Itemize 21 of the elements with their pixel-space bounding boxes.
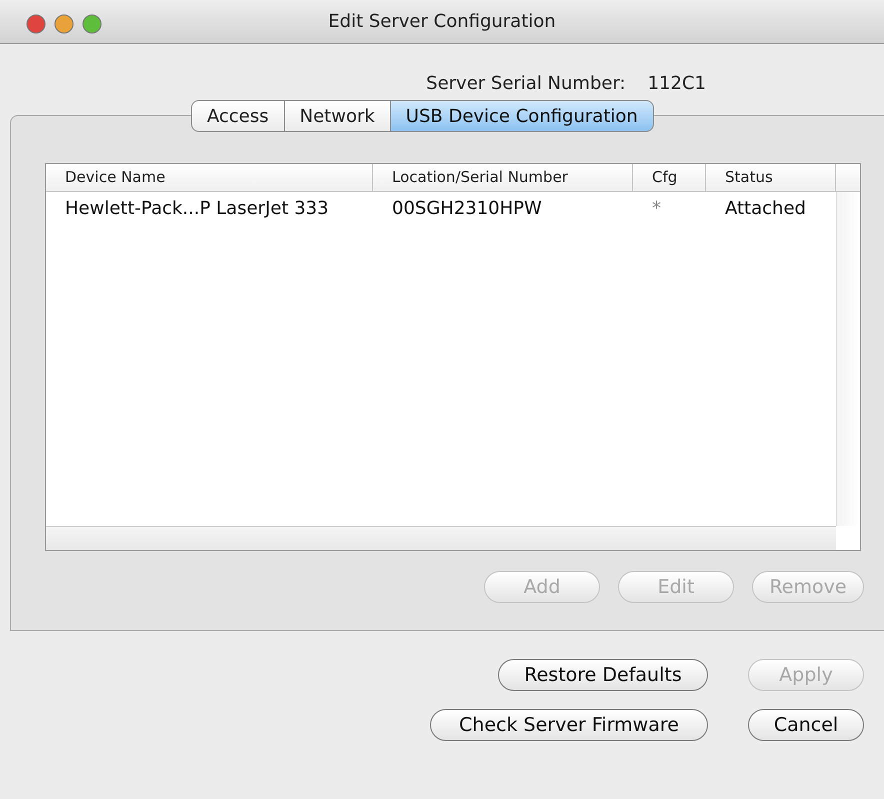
table-cell-text: * [651,196,662,220]
window-control-icon[interactable] [82,14,102,34]
column-header[interactable]: Cfg [633,164,706,191]
window-control-icon[interactable] [54,14,74,34]
column-header[interactable]: Status [706,164,836,191]
window-control-icon[interactable] [26,14,46,34]
column-header[interactable]: Device Name [46,164,373,191]
table-cell-text: Hewlett-Pack...P LaserJet 333 [64,196,330,220]
table-cell-text: Attached [724,196,807,220]
push-button[interactable]: Restore Defaults [498,659,708,691]
tab[interactable]: USB Device Configuration [390,100,654,132]
serial-label: Server Serial Number: [426,72,626,96]
push-button[interactable]: Check Server Firmware [430,709,708,741]
column-header[interactable]: Location/Serial Number [373,164,633,191]
tab[interactable]: Network [284,100,391,132]
push-button[interactable]: Cancel [748,709,864,741]
tab[interactable]: Access [191,100,285,132]
window-title: Edit Server Configuration [328,10,556,34]
horizontal-scrollbar[interactable] [46,526,836,550]
table-cell-text: 00SGH2310HPW [391,196,543,220]
serial-value: 112C1 [648,72,706,96]
